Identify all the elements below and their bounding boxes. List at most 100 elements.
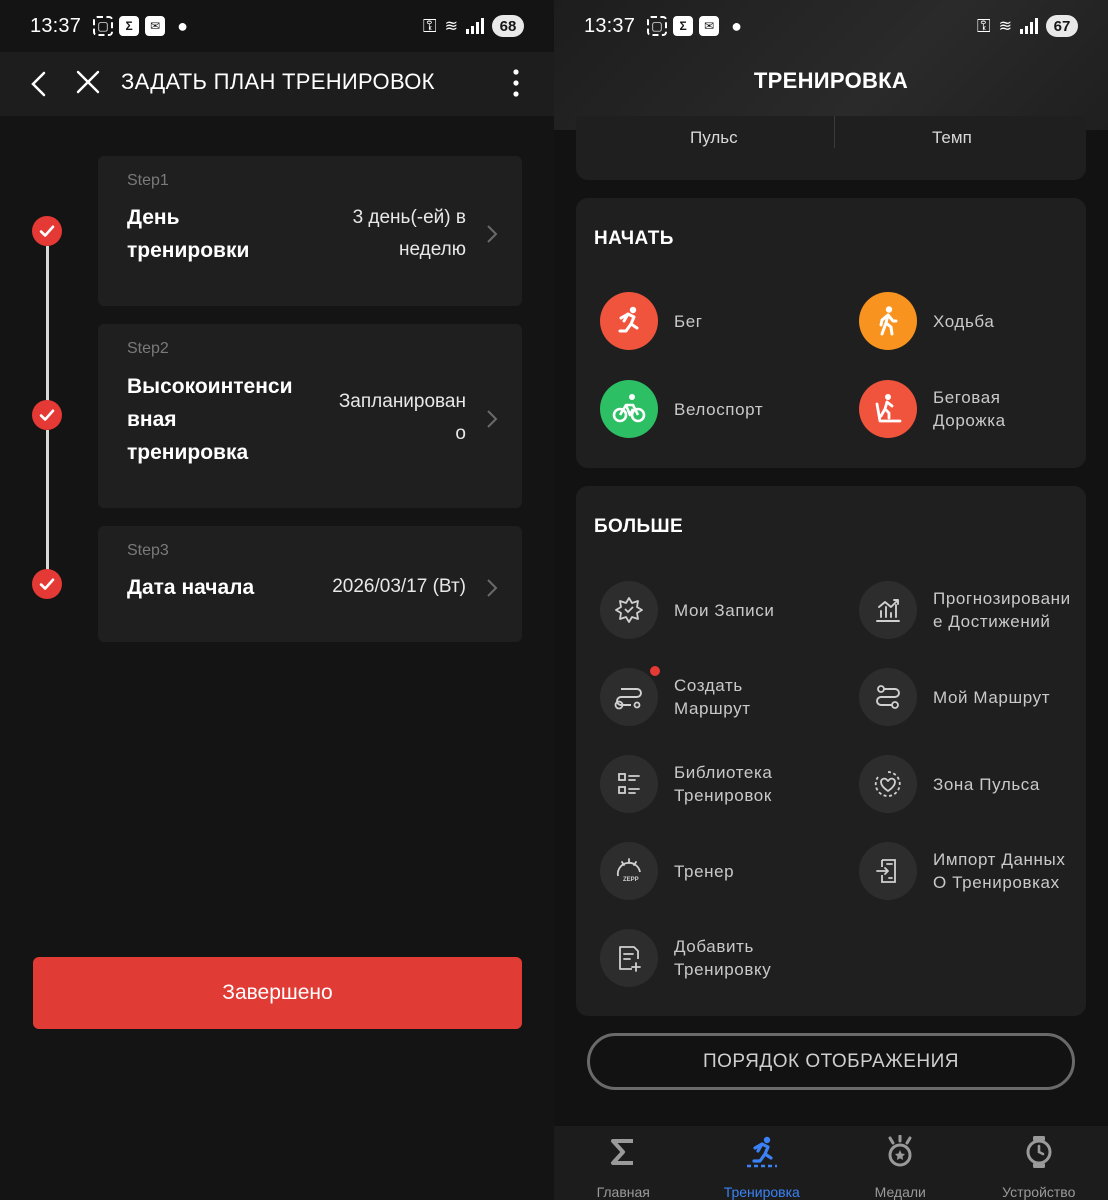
step-check-icon — [32, 400, 62, 430]
close-icon[interactable] — [74, 68, 102, 96]
chevron-right-icon — [487, 225, 498, 243]
add-workout-item[interactable]: Добавить Тренировку — [600, 929, 771, 987]
nav-label: Устройство — [1002, 1184, 1076, 1200]
item-label: Тренер — [674, 861, 735, 881]
step-label: Step1 — [127, 172, 169, 189]
nav-label: Главная — [596, 1184, 650, 1200]
more-options-icon[interactable] — [506, 66, 526, 100]
medal-icon — [882, 1134, 918, 1170]
workout-run-icon — [744, 1134, 780, 1170]
item-label: Создать Маршрут — [674, 676, 751, 718]
step-value: 2026/03/17 (Вт) — [332, 576, 466, 597]
my-records-item[interactable]: Мои Записи — [600, 581, 774, 639]
achievement-prediction-item[interactable]: Прогнозировани е Достижений — [859, 581, 1071, 639]
step-card-start-date[interactable]: Step3 Дата начала 2026/03/17 (Вт) — [98, 526, 522, 642]
chevron-right-icon — [487, 410, 498, 428]
item-label: Зона Пульса — [933, 774, 1040, 794]
metric-tabs-card: Пульс Темп — [576, 116, 1086, 180]
route-icon — [859, 668, 917, 726]
step-check-icon — [32, 216, 62, 246]
wifi-icon: ≋ — [998, 18, 1012, 35]
item-label: Добавить Тренировку — [674, 937, 772, 979]
item-label: Мой Маршрут — [933, 687, 1051, 707]
item-label: Импорт Данных О Тренировках — [933, 850, 1066, 892]
step-card-high-intensity[interactable]: Step2 Высокоинтенси вная тренировка Запл… — [98, 324, 522, 508]
add-workout-icon — [600, 929, 658, 987]
notification-dot-icon: ● — [731, 15, 742, 36]
battery-indicator: 67 — [1046, 15, 1078, 37]
more-section: БОЛЬШЕ Мои Записи Прогнозировани е Дости… — [576, 486, 1086, 1016]
activity-walking[interactable]: Ходьба — [859, 292, 994, 350]
nav-device[interactable]: Устройство — [970, 1126, 1108, 1200]
back-arrow-icon[interactable] — [28, 70, 50, 98]
chevron-right-icon — [487, 579, 498, 597]
screenshot-icon: ▢ — [647, 16, 668, 36]
mail-icon: ✉ — [699, 16, 720, 36]
done-button[interactable]: Завершено — [33, 957, 522, 1029]
activity-treadmill[interactable]: Беговая Дорожка — [859, 380, 1006, 438]
prediction-chart-icon — [859, 581, 917, 639]
sigma-app-icon: Σ — [119, 16, 140, 36]
import-icon — [859, 842, 917, 900]
activity-cycling[interactable]: Велоспорт — [600, 380, 763, 438]
notification-dot-icon: ● — [177, 15, 188, 36]
signal-icon — [1020, 18, 1038, 34]
step-value: Запланирован о — [338, 391, 466, 444]
status-bar: 13:37 ▢ Σ ✉ ● ⚿ ≋ 68 — [0, 0, 554, 52]
tab-pulse[interactable]: Пульс — [690, 128, 738, 148]
notification-badge — [648, 664, 662, 678]
display-order-button[interactable]: ПОРЯДОК ОТОБРАЖЕНИЯ — [587, 1033, 1075, 1090]
library-icon — [600, 755, 658, 813]
home-sigma-icon — [605, 1134, 641, 1170]
section-title: БОЛЬШЕ — [594, 516, 684, 537]
coach-item[interactable]: ZEPP Тренер — [600, 842, 734, 900]
cycling-icon — [600, 380, 658, 438]
key-icon: ⚿ — [976, 15, 991, 36]
activity-running[interactable]: Бег — [600, 292, 703, 350]
status-time: 13:37 — [584, 14, 636, 37]
step-title: День тренировки — [127, 206, 250, 262]
activity-label: Ходьба — [933, 311, 995, 331]
sigma-app-icon: Σ — [673, 16, 694, 36]
section-title: НАЧАТЬ — [594, 228, 674, 249]
start-section: НАЧАТЬ Бег Ходьба Велоспорт Беговая Доро… — [576, 198, 1086, 468]
step-card-training-days[interactable]: Step1 День тренировки 3 день(-ей) в неде… — [98, 156, 522, 306]
nav-home[interactable]: Главная — [554, 1126, 693, 1200]
create-route-item[interactable]: Создать Маршрут — [600, 664, 751, 726]
battery-indicator: 68 — [492, 15, 524, 37]
workout-library-item[interactable]: Библиотека Тренировок — [600, 755, 772, 813]
nav-label: Тренировка — [723, 1184, 800, 1200]
page-title: ТРЕНИРОВКА — [753, 68, 909, 93]
timeline-connector — [46, 246, 49, 401]
heart-zone-icon — [859, 755, 917, 813]
my-route-item[interactable]: Мой Маршрут — [859, 668, 1050, 726]
activity-label: Беговая Дорожка — [933, 388, 1006, 430]
tab-pace[interactable]: Темп — [932, 128, 972, 148]
zepp-coach-icon: ZEPP — [600, 842, 658, 900]
top-app-bar: ЗАДАТЬ ПЛАН ТРЕНИРОВОК — [0, 52, 554, 116]
step-title: Дата начала — [127, 576, 255, 599]
import-data-item[interactable]: Импорт Данных О Тренировках — [859, 842, 1065, 900]
create-route-icon — [600, 664, 662, 726]
step-title: Высокоинтенси вная тренировка — [127, 375, 293, 464]
nav-workout[interactable]: Тренировка — [693, 1126, 832, 1200]
bottom-navigation: Главная Тренировка Медали Устройство — [554, 1126, 1108, 1200]
screenshot-icon: ▢ — [93, 16, 114, 36]
item-label: Библиотека Тренировок — [674, 763, 773, 805]
workout-screen: 13:37 ▢ Σ ✉ ● ⚿ ≋ 67 ТРЕНИРОВКА Пульс Те… — [554, 0, 1108, 1200]
nav-label: Медали — [874, 1184, 926, 1200]
mail-icon: ✉ — [145, 16, 166, 36]
status-bar: 13:37 ▢ Σ ✉ ● ⚿ ≋ 67 — [554, 0, 1108, 52]
plan-screen: 13:37 ▢ Σ ✉ ● ⚿ ≋ 68 ЗАДАТЬ ПЛАН ТРЕНИРО… — [0, 0, 554, 1200]
svg-text:ZEPP: ZEPP — [623, 877, 639, 883]
status-time: 13:37 — [30, 14, 82, 37]
item-label: Прогнозировани е Достижений — [933, 589, 1071, 631]
activity-label: Бег — [674, 311, 703, 331]
heart-zone-item[interactable]: Зона Пульса — [859, 755, 1040, 813]
nav-medals[interactable]: Медали — [831, 1126, 970, 1200]
signal-icon — [466, 18, 484, 34]
watch-icon — [1021, 1134, 1057, 1170]
activity-label: Велоспорт — [674, 399, 764, 419]
page-title: ЗАДАТЬ ПЛАН ТРЕНИРОВОК — [121, 69, 435, 94]
treadmill-icon — [859, 380, 917, 438]
